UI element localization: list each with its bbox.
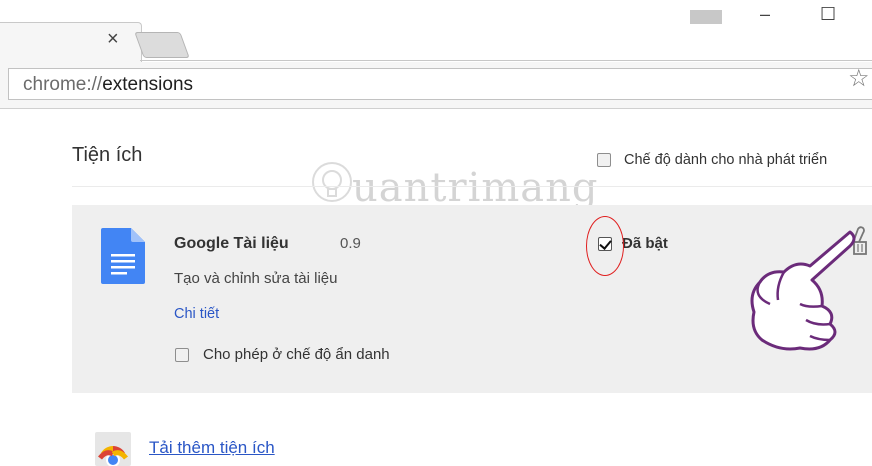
address-bar[interactable]: chrome://extensions <box>8 68 872 100</box>
watermark-bulb-icon <box>312 162 352 202</box>
title-divider <box>72 186 872 187</box>
window-user-icon[interactable] <box>690 10 722 24</box>
new-tab-button[interactable] <box>134 32 190 58</box>
get-more-extensions-link[interactable]: Tải thêm tiện ích <box>149 438 275 458</box>
toolbar: chrome://extensions <box>0 62 872 109</box>
extension-version: 0.9 <box>340 235 361 252</box>
extension-name: Google Tài liệu <box>174 235 289 252</box>
enabled-label: Đã bật <box>622 235 668 252</box>
incognito-checkbox[interactable] <box>175 347 189 362</box>
developer-mode-label: Chế độ dành cho nhà phát triển <box>624 152 828 168</box>
minimize-icon[interactable]: – <box>760 4 770 25</box>
incognito-toggle[interactable]: Cho phép ở chế độ ẩn danh <box>175 346 390 363</box>
developer-mode-checkbox[interactable] <box>597 153 611 167</box>
incognito-label: Cho phép ở chế độ ẩn danh <box>203 346 390 363</box>
tab-strip-divider <box>140 60 872 61</box>
pointing-hand-icon <box>750 230 856 351</box>
chrome-web-store-icon <box>95 432 131 466</box>
google-docs-icon <box>101 228 145 284</box>
bookmark-star-icon[interactable]: ☆ <box>848 64 870 93</box>
extension-details-link[interactable]: Chi tiết <box>174 306 219 322</box>
page-title: Tiện ích <box>72 144 143 166</box>
url-scheme: chrome:// <box>23 74 103 95</box>
url-path: extensions <box>102 74 194 95</box>
active-tab[interactable] <box>0 22 142 63</box>
tab-close-icon[interactable]: × <box>107 28 119 51</box>
highlight-circle <box>586 216 624 276</box>
extension-description: Tạo và chỉnh sửa tài liệu <box>174 270 338 287</box>
developer-mode-toggle[interactable]: Chế độ dành cho nhà phát triển <box>597 152 827 168</box>
maximize-icon[interactable]: ☐ <box>820 4 836 25</box>
url-text: chrome://extensions <box>23 74 193 96</box>
tab-strip: × – ☐ <box>0 0 872 63</box>
